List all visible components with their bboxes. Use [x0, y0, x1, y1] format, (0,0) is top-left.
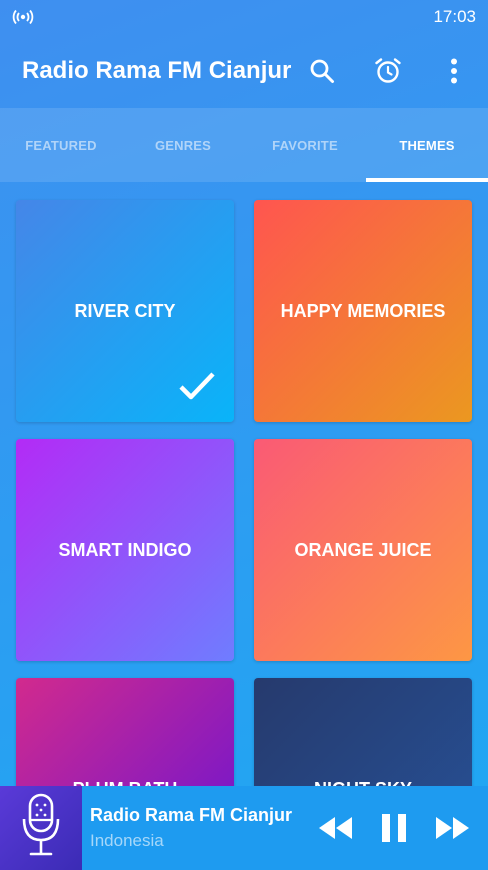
mini-player[interactable]: Radio Rama FM Cianjur Indonesia: [0, 786, 488, 870]
theme-card-river-city[interactable]: RIVER CITY: [16, 200, 234, 422]
status-time: 17:03: [433, 7, 476, 26]
tab-bar: FEATURED GENRES FAVORITE THEMES: [0, 108, 488, 182]
theme-name: RIVER CITY: [74, 300, 176, 321]
station-country: Indonesia: [90, 831, 164, 850]
status-bar: 17:03: [0, 0, 488, 34]
microphone-icon: [21, 793, 61, 864]
search-icon[interactable]: [300, 49, 344, 93]
more-vert-icon[interactable]: [432, 49, 476, 93]
theme-name: HAPPY MEMORIES: [280, 300, 446, 321]
pause-icon[interactable]: [372, 806, 416, 850]
theme-card-smart-indigo[interactable]: SMART INDIGO: [16, 439, 234, 661]
fast-forward-icon[interactable]: [430, 806, 474, 850]
tab-genres[interactable]: GENRES: [122, 108, 244, 182]
theme-grid: RIVER CITY HAPPY MEMORIES SMART INDIGO O…: [16, 200, 472, 870]
station-name: Radio Rama FM Cianjur: [90, 805, 293, 825]
radio-broadcast-icon: [12, 7, 36, 27]
station-cover: [0, 786, 82, 870]
app-bar: Radio Rama FM Cianjur: [0, 34, 488, 108]
tab-favorite[interactable]: FAVORITE: [244, 108, 366, 182]
theme-name: SMART INDIGO: [58, 539, 192, 560]
tab-featured[interactable]: FEATURED: [0, 108, 122, 182]
alarm-clock-icon[interactable]: [366, 49, 410, 93]
check-icon: [178, 371, 216, 406]
page-title: Radio Rama FM Cianjur: [22, 57, 292, 84]
tab-themes[interactable]: THEMES: [366, 108, 488, 182]
theme-card-orange-juice[interactable]: ORANGE JUICE: [254, 439, 472, 661]
theme-name: ORANGE JUICE: [294, 539, 432, 560]
theme-card-happy-memories[interactable]: HAPPY MEMORIES: [254, 200, 472, 422]
rewind-icon[interactable]: [314, 806, 358, 850]
